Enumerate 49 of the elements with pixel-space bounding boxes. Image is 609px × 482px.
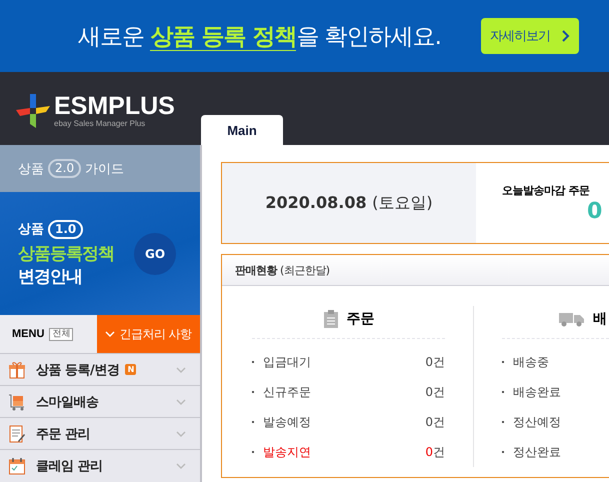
banner-text: 새로운 상품 등록 정책을 확인하세요.	[78, 22, 441, 52]
go-button[interactable]: GO	[134, 232, 176, 274]
status-label[interactable]: 정산완료	[513, 444, 609, 460]
menu-label: MENU	[12, 328, 44, 340]
promo-subtitle: 변경안내	[18, 266, 83, 288]
guide-label: 가이드	[85, 160, 124, 178]
promo-banner[interactable]: 상품 1.0 상품등록정책 변경안내 GO	[0, 192, 200, 315]
promo-label: 상품	[18, 221, 44, 238]
clipboard-icon	[322, 310, 338, 328]
logo-name: ESMPLUS	[54, 94, 175, 118]
chevron-down-icon	[105, 331, 116, 337]
deadline-count: 0	[587, 200, 602, 224]
logo[interactable]: ESMPLUS ebay Sales Manager Plus	[0, 72, 201, 145]
chevron-right-icon	[562, 30, 570, 42]
status-label[interactable]: 배송중	[513, 354, 609, 370]
status-label[interactable]: 배송완료	[513, 384, 609, 400]
cart-icon	[8, 392, 26, 410]
tab[interactable]: Main	[201, 115, 283, 145]
menu-item[interactable]: 상품 등록/변경 N	[0, 353, 200, 385]
all-button[interactable]: 전체	[49, 328, 74, 340]
date-text: 2020.08.08 (토요일)	[265, 192, 433, 214]
status-label[interactable]: 입금대기	[263, 354, 426, 370]
guide-label: 상품	[18, 160, 44, 178]
status-label[interactable]: 발송예정	[263, 414, 426, 430]
cross-icon	[16, 94, 50, 128]
column-title: 배	[593, 310, 607, 328]
status-label[interactable]: 정산예정	[513, 414, 609, 430]
calendar-icon	[8, 456, 26, 474]
panel-title: 판매현황 (최근한달)	[235, 262, 330, 278]
count-text: 0건	[425, 354, 445, 370]
new-badge: N	[125, 364, 136, 375]
menu-item[interactable]: 클레임 관리	[0, 449, 200, 481]
count-text: 0건	[425, 414, 445, 430]
notepad-icon	[8, 424, 26, 442]
status-label[interactable]: 신규주문	[263, 384, 426, 400]
status-label[interactable]: 발송지연	[263, 444, 426, 460]
count-text: 0건	[425, 384, 445, 400]
logo-tagline: ebay Sales Manager Plus	[54, 118, 146, 128]
menu-item[interactable]: 주문 관리	[0, 417, 200, 449]
menu-item[interactable]: 스마일배송	[0, 385, 200, 417]
version-badge: 2.0	[48, 159, 82, 178]
count-text: 0건	[425, 444, 445, 460]
truck-icon	[559, 311, 585, 327]
version-badge: 1.0	[48, 220, 84, 238]
deadline-label: 오늘발송마감 주문	[502, 182, 590, 198]
column-title: 주문	[346, 310, 374, 328]
promo-title: 상품등록정책	[18, 242, 114, 264]
gift-icon	[8, 360, 26, 378]
details-button[interactable]: 자세히보기	[480, 18, 579, 54]
